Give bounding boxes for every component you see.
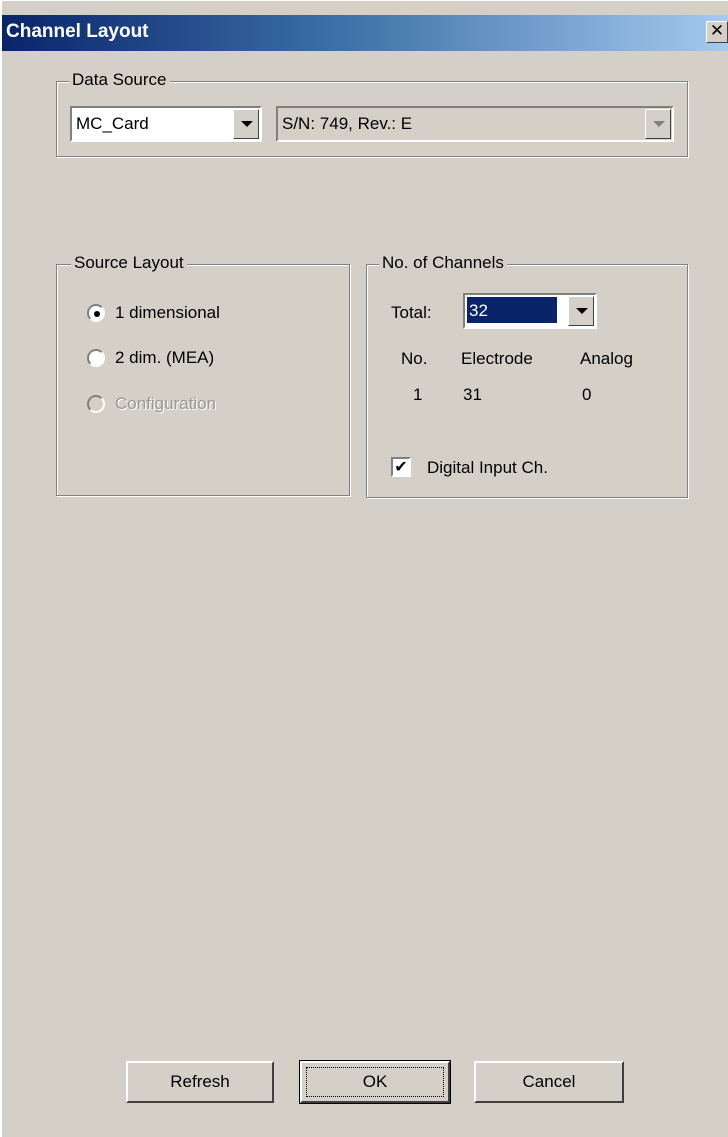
radio-button-icon xyxy=(87,395,105,413)
data-source-legend: Data Source xyxy=(69,70,170,90)
total-label: Total: xyxy=(391,303,432,322)
source-layout-group: Source Layout 1 dimensional 2 dim. (MEA)… xyxy=(56,253,350,496)
total-channels-dropdown-button[interactable] xyxy=(568,296,594,326)
digital-input-checkbox[interactable]: ✔ xyxy=(391,457,411,477)
value-analog: 0 xyxy=(582,385,592,404)
data-source-value: MC_Card xyxy=(76,114,149,133)
channel-layout-dialog: Channel Layout ✕ Data Source MC_Card S/N… xyxy=(0,0,728,1137)
data-source-group: Data Source MC_Card S/N: 749, Rev.: E xyxy=(56,70,688,157)
total-channels-select[interactable]: 32 xyxy=(463,293,597,329)
value-electrode: 31 xyxy=(463,385,482,404)
column-header-analog: Analog xyxy=(580,349,633,368)
window-title: Channel Layout xyxy=(6,21,149,42)
chevron-down-icon xyxy=(653,121,665,127)
total-channels-value: 32 xyxy=(469,301,488,320)
column-header-no: No. xyxy=(401,349,428,368)
radio-label: Configuration xyxy=(115,394,217,413)
channels-legend: No. of Channels xyxy=(379,253,507,273)
chevron-down-icon xyxy=(241,121,253,127)
close-button[interactable]: ✕ xyxy=(706,21,728,43)
device-dropdown-button xyxy=(645,109,671,139)
title-bar: Channel Layout ✕ xyxy=(2,15,728,51)
data-source-select[interactable]: MC_Card xyxy=(70,106,262,142)
channels-group: No. of Channels Total: 32 No. Electrode … xyxy=(366,253,688,498)
check-icon: ✔ xyxy=(394,457,408,476)
focus-rectangle xyxy=(306,1067,444,1097)
radio-label: 1 dimensional xyxy=(115,303,220,322)
refresh-button[interactable]: Refresh xyxy=(126,1061,274,1103)
data-source-dropdown-button[interactable] xyxy=(233,109,259,139)
chevron-down-icon xyxy=(576,308,588,314)
radio-label: 2 dim. (MEA) xyxy=(115,348,215,367)
digital-input-label: Digital Input Ch. xyxy=(427,458,548,477)
source-layout-legend: Source Layout xyxy=(71,253,187,273)
device-value: S/N: 749, Rev.: E xyxy=(282,114,413,133)
radio-button-icon xyxy=(87,349,105,367)
cancel-button[interactable]: Cancel xyxy=(474,1061,624,1103)
device-select: S/N: 749, Rev.: E xyxy=(276,106,674,142)
column-header-electrode: Electrode xyxy=(461,349,533,368)
digital-input-checkbox-row[interactable]: ✔ Digital Input Ch. xyxy=(391,456,591,480)
radio-button-icon xyxy=(87,304,105,322)
close-icon: ✕ xyxy=(709,21,725,41)
radio-selected-dot xyxy=(94,311,100,317)
value-no: 1 xyxy=(413,385,423,404)
ok-button[interactable]: OK xyxy=(299,1060,451,1104)
